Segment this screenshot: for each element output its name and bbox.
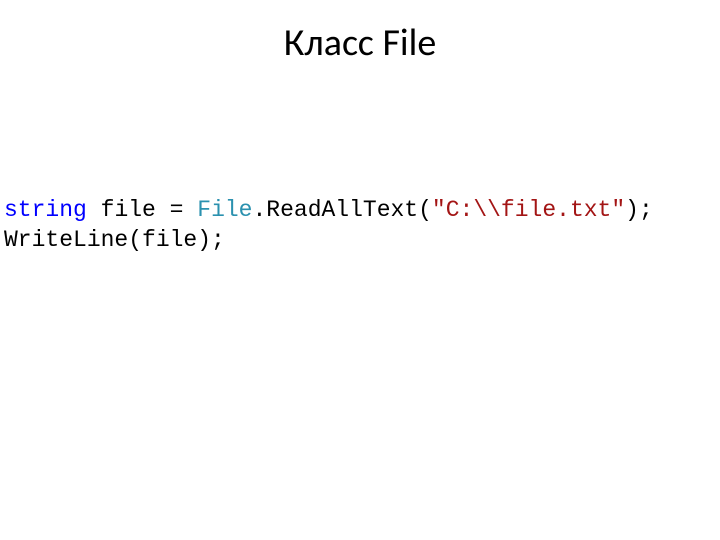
code-text (87, 197, 101, 223)
string-literal: "C:\\file.txt" (432, 197, 625, 223)
slide-title: Класс File (0, 0, 720, 66)
code-end: ); (625, 197, 653, 223)
keyword-string: string (4, 197, 87, 223)
code-var: file = (101, 197, 198, 223)
code-method: .ReadAllText( (252, 197, 431, 223)
class-file: File (197, 197, 252, 223)
code-line2: WriteLine(file); (4, 227, 225, 253)
code-block: string file = File.ReadAllText("C:\\file… (0, 196, 720, 256)
